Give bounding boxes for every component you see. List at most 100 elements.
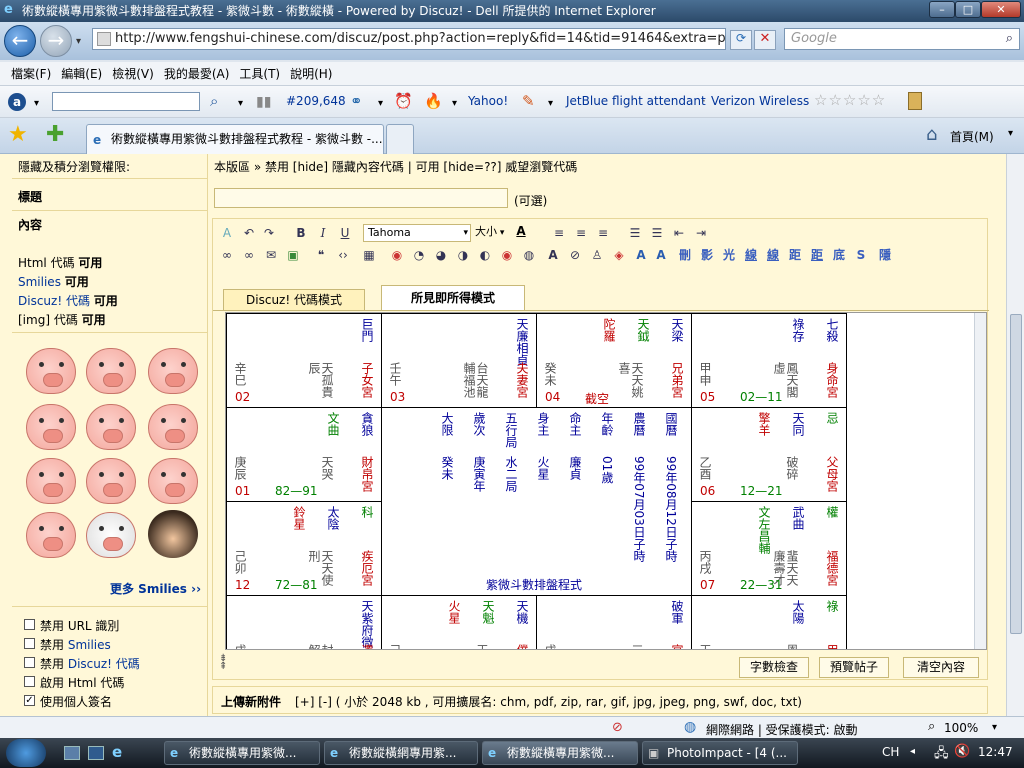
option-checkbox[interactable]	[24, 657, 35, 668]
italic-icon[interactable]: I	[315, 225, 331, 241]
search-dropdown-icon[interactable]: ▾	[238, 98, 243, 109]
wmv-icon[interactable]: ◑	[455, 247, 471, 263]
option-label[interactable]: 禁用 Discuz! 代碼	[40, 655, 140, 672]
ask-dropdown-icon[interactable]: ▾	[34, 98, 39, 109]
person-icon[interactable]: ♙	[589, 247, 605, 263]
option-checkbox[interactable]	[24, 619, 35, 630]
switch-windows-icon[interactable]	[88, 746, 104, 760]
bold-icon[interactable]: B	[293, 225, 309, 241]
font-tool-icon[interactable]: A	[545, 247, 561, 263]
spacing-tool[interactable]: 距	[787, 247, 803, 263]
smiley-pig-icon[interactable]	[26, 458, 76, 504]
fire-dropdown-icon[interactable]: ▾	[452, 98, 457, 109]
glow-tool[interactable]: 光	[721, 247, 737, 263]
redo-icon[interactable]: ↷	[261, 225, 277, 241]
magnifier-icon[interactable]: ⌕	[210, 92, 218, 110]
resize-handle-icon[interactable]: ⇟ ⇞	[219, 654, 227, 672]
title-input[interactable]	[214, 188, 508, 208]
task-item-active[interactable]: e 術數縱橫專用紫微...	[482, 741, 638, 765]
unlink-icon[interactable]: ∞	[241, 247, 257, 263]
yahoo-link[interactable]: Yahoo!	[468, 94, 508, 108]
start-button[interactable]	[6, 739, 46, 767]
flash-icon[interactable]: ◉	[389, 247, 405, 263]
spacing-tool-2[interactable]: 距	[809, 247, 825, 263]
globe-icon[interactable]: ◍	[521, 247, 537, 263]
option-label[interactable]: 使用個人簽名	[40, 693, 112, 710]
option-label[interactable]: 啟用 Html 代碼	[40, 674, 124, 691]
option-checkbox[interactable]	[24, 676, 35, 687]
alarm-icon[interactable]: ⏰	[394, 92, 413, 110]
task-item[interactable]: e 術數縱橫網專用紫...	[324, 741, 478, 765]
marker-icon[interactable]: ◈	[611, 247, 627, 263]
quote-icon[interactable]: ❝	[313, 247, 329, 263]
favorites-star-icon[interactable]: ★	[8, 122, 28, 147]
clear-button[interactable]: 清空內容	[903, 657, 979, 678]
option-label[interactable]: 禁用 URL 識別	[40, 617, 119, 634]
menu-help[interactable]: 說明(H)	[285, 62, 337, 86]
nav-dropdown-icon[interactable]: ▾	[76, 36, 81, 47]
stop-icon[interactable]: ✕	[754, 30, 776, 50]
language-indicator[interactable]: CH	[882, 745, 899, 759]
more-smilies-link[interactable]: 更多 Smilies ››	[110, 580, 201, 597]
size-select[interactable]: 大小 ▾	[475, 224, 513, 242]
smiley-pig-icon[interactable]	[148, 348, 198, 394]
option-checkbox-checked[interactable]: ✓	[24, 695, 35, 706]
close-button[interactable]: ✕	[981, 1, 1021, 18]
page-scrollbar[interactable]	[1006, 154, 1024, 716]
notebook-icon[interactable]	[908, 92, 922, 110]
fire-icon[interactable]: 🔥	[424, 92, 443, 110]
align-left-icon[interactable]: ≡	[551, 225, 567, 241]
email-icon[interactable]: ✉	[263, 247, 279, 263]
add-favorite-icon[interactable]: ✚	[46, 122, 64, 147]
menu-tools[interactable]: 工具(T)	[234, 62, 285, 86]
upload-info[interactable]: [+] [-] ( 小於 2048 kb , 可用擴展名: chm, pdf, …	[295, 693, 802, 710]
ziwei-chart-area[interactable]: 巨門 辛巳 天孤貴辰 子女宮 02 天廉相貞 壬午 台天龍輔福池 夫妻宮 03 天梁 天鉞 陀羅 癸未 天天…	[225, 312, 987, 650]
align-center-icon[interactable]: ≡	[573, 225, 589, 241]
editor-scrollbar[interactable]	[974, 313, 986, 649]
tray-arrow-icon[interactable]: ◂	[910, 746, 915, 757]
clock[interactable]: 12:47	[978, 745, 1013, 759]
s-tool[interactable]: S	[853, 247, 869, 263]
option-checkbox[interactable]	[24, 638, 35, 649]
wand-icon[interactable]: ✎	[522, 92, 535, 110]
font-tool-2-icon[interactable]: A	[633, 247, 649, 263]
no-icon[interactable]: ⊘	[567, 247, 583, 263]
home-dropdown-icon[interactable]: ▾	[1008, 128, 1013, 139]
refresh-icon[interactable]: ⟳	[730, 30, 752, 50]
wand-dropdown-icon[interactable]: ▾	[548, 98, 553, 109]
line-tool-2[interactable]: 線	[765, 247, 781, 263]
font-color-icon[interactable]: A	[513, 223, 529, 239]
outdent-icon[interactable]: ⇤	[671, 225, 687, 241]
bottom-tool[interactable]: 底	[831, 247, 847, 263]
url-input[interactable]: http://www.fengshui-chinese.com/discuz/p…	[92, 28, 726, 50]
emoji-icon[interactable]: ◉	[499, 247, 515, 263]
option-label[interactable]: 禁用 Smilies	[40, 636, 111, 653]
link-insert-icon[interactable]: ∞	[219, 247, 235, 263]
font-tool-3-icon[interactable]: A	[653, 247, 669, 263]
zoom-dropdown-icon[interactable]: ▾	[992, 722, 997, 733]
smiley-pig-icon[interactable]	[26, 348, 76, 394]
line-tool[interactable]: 線	[743, 247, 759, 263]
zoom-level[interactable]: 100%	[944, 721, 978, 735]
scrollbar-thumb[interactable]	[1010, 314, 1022, 634]
blocked-icon[interactable]: ⊘	[612, 720, 623, 735]
back-button[interactable]: ←	[4, 25, 36, 57]
tab-wysiwyg[interactable]: 所見即所得模式	[381, 285, 525, 311]
strike-tool[interactable]: 刪	[677, 247, 693, 263]
tab-active[interactable]: e 術數縱橫專用紫微斗數排盤程式教程 - 紫微斗數 -...	[86, 124, 384, 154]
toolbar-search-input[interactable]	[52, 92, 200, 111]
minimize-button[interactable]: –	[929, 1, 955, 18]
indent-icon[interactable]: ⇥	[693, 225, 709, 241]
table-icon[interactable]: ▦	[361, 247, 377, 263]
tab-discuz-code[interactable]: Discuz! 代碼模式	[223, 289, 365, 311]
unordered-list-icon[interactable]: ☰	[649, 225, 665, 241]
image-icon[interactable]: ▣	[285, 247, 301, 263]
ie-quicklaunch-icon[interactable]: e	[112, 743, 122, 761]
audio-icon[interactable]: ◐	[477, 247, 493, 263]
format-clear-icon[interactable]: A	[219, 225, 235, 241]
link-dropdown-icon[interactable]: ▾	[378, 98, 383, 109]
code-icon[interactable]: ‹›	[335, 247, 351, 263]
smiley-pig-icon[interactable]	[148, 404, 198, 450]
link-icon[interactable]: ⚭	[350, 92, 363, 110]
rating-stars-icon[interactable]: ☆☆☆☆☆	[814, 91, 886, 109]
